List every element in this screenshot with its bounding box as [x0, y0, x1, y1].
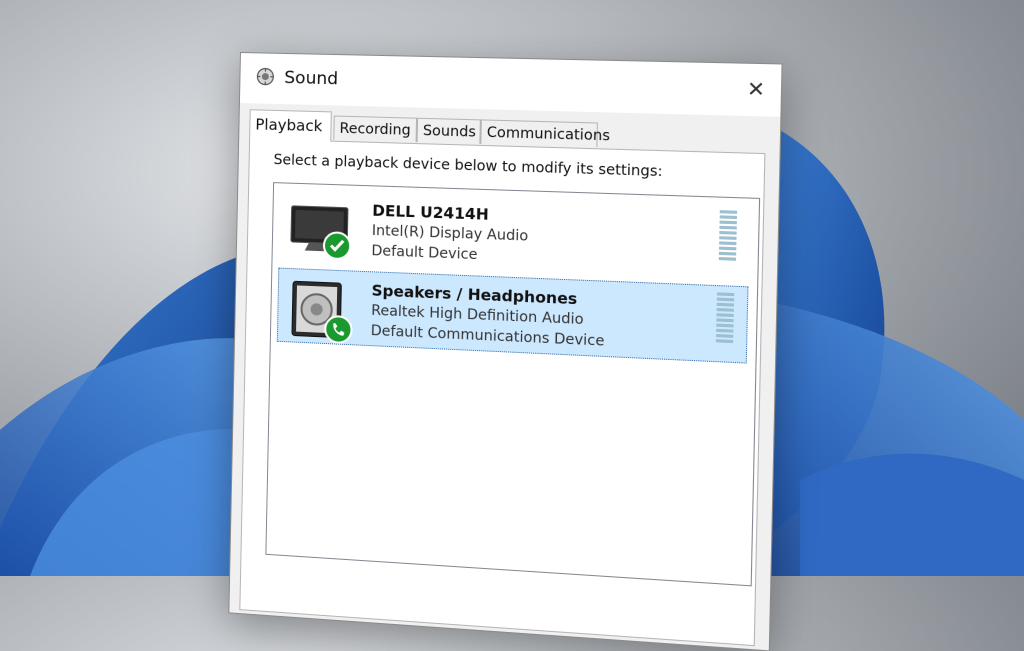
title-bar[interactable]: Sound ✕	[239, 53, 782, 117]
tab-strip: Playback Recording Sounds Communications	[249, 109, 610, 148]
tab-communications[interactable]: Communications	[480, 119, 610, 148]
sound-dialog: Sound ✕ Playback Recording Sounds Commun…	[228, 52, 783, 651]
phone-badge-icon	[324, 315, 353, 344]
device-name: DELL U2414H	[372, 201, 489, 224]
tab-recording[interactable]: Recording	[333, 115, 418, 143]
volume-meter	[715, 292, 735, 351]
device-status: Default Device	[371, 242, 478, 264]
volume-meter	[718, 210, 738, 269]
instruction-text: Select a playback device below to modify…	[273, 152, 663, 181]
close-icon: ✕	[746, 76, 766, 102]
speaker-settings-icon	[256, 67, 274, 86]
checkmark-badge-icon	[323, 231, 352, 260]
device-driver: Intel(R) Display Audio	[371, 222, 529, 245]
tab-playback[interactable]: Playback	[249, 109, 332, 142]
device-list[interactable]: DELL U2414H Intel(R) Display Audio Defau…	[265, 182, 761, 587]
window-title: Sound	[284, 68, 339, 90]
device-item-speakers-headphones[interactable]: Speakers / Headphones Realtek High Defin…	[276, 267, 749, 364]
playback-panel: Select a playback device below to modify…	[239, 138, 766, 647]
tab-sounds[interactable]: Sounds	[416, 117, 481, 144]
close-button[interactable]: ✕	[742, 76, 771, 102]
device-item-dell-u2414h[interactable]: DELL U2414H Intel(R) Display Audio Defau…	[278, 189, 750, 282]
